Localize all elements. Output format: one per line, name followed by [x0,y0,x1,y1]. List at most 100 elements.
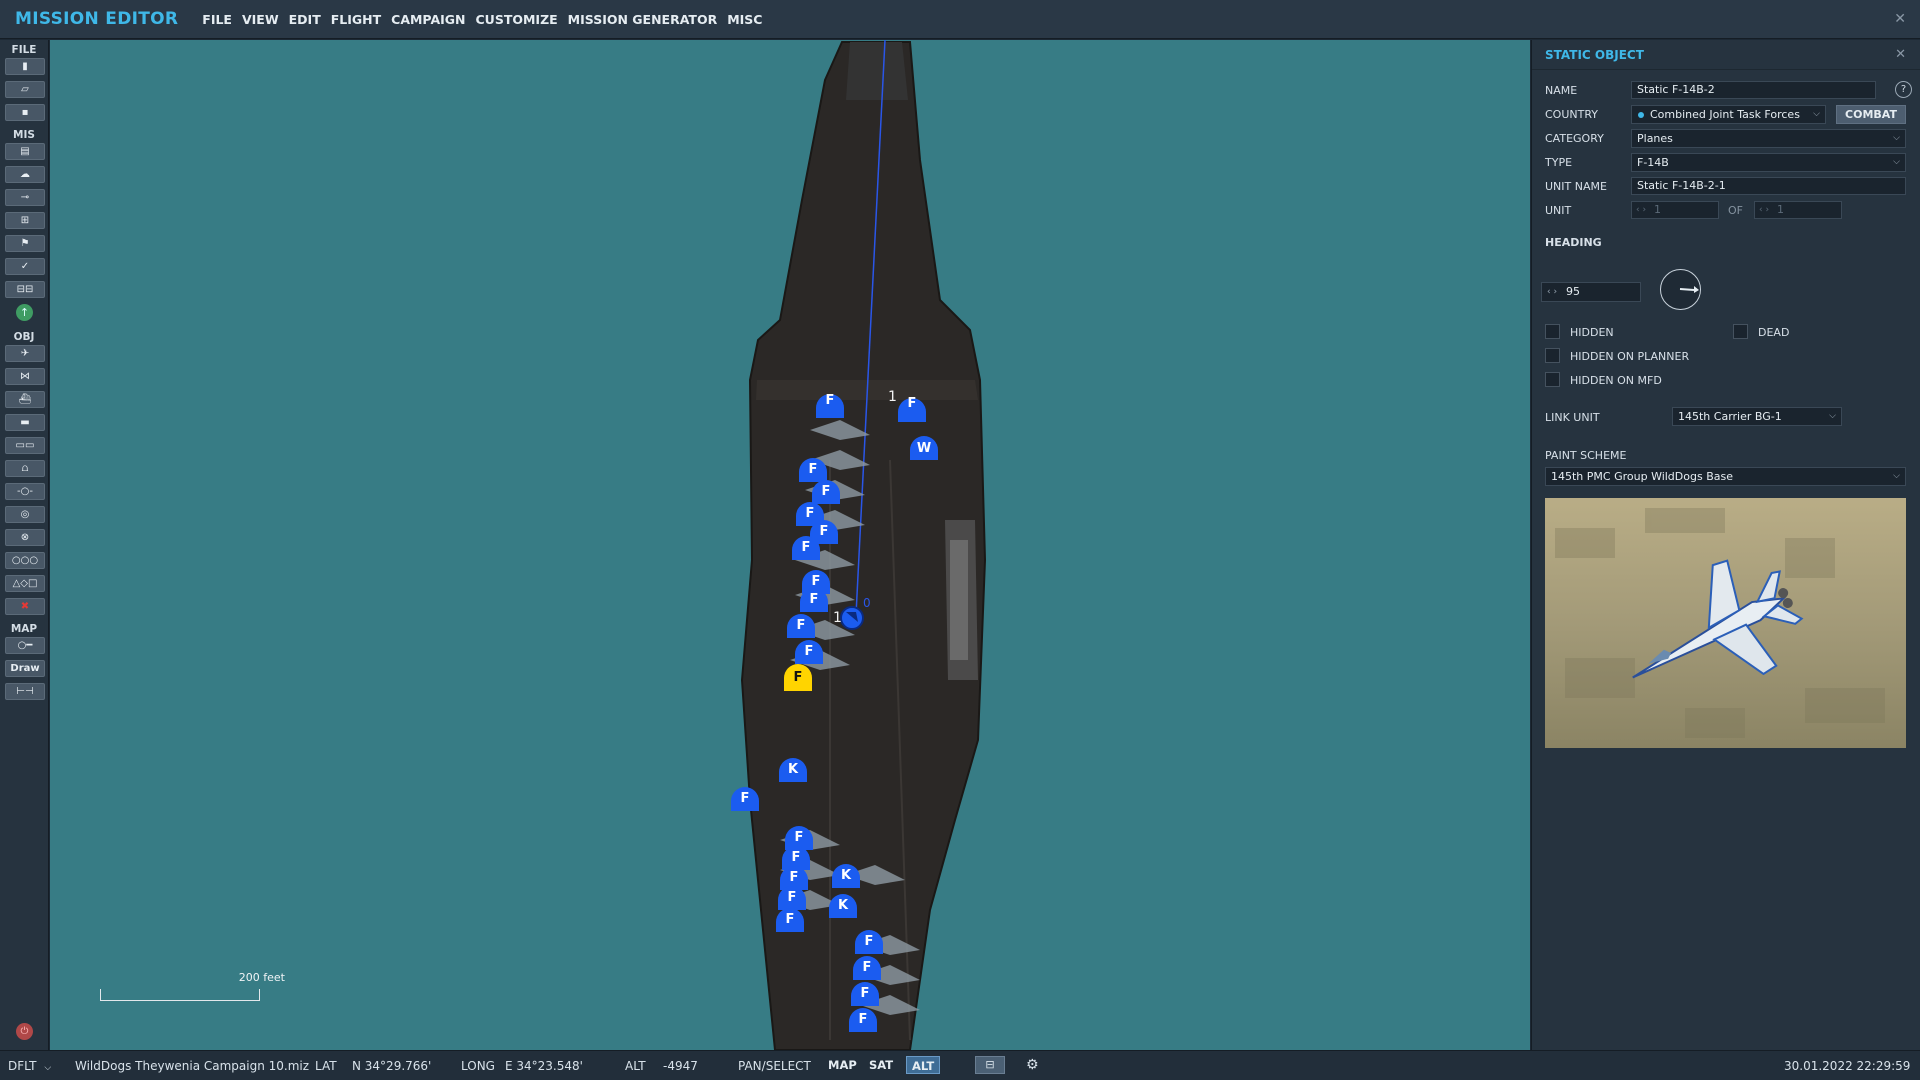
type-label: TYPE [1545,156,1573,169]
menu-file[interactable]: FILE [202,12,232,27]
dead-checkbox[interactable] [1733,324,1748,339]
add-shapes-button[interactable]: △◇□ [5,575,45,592]
map-label: 1 [833,610,842,626]
draw-button[interactable]: Draw [5,660,45,677]
menu-customize[interactable]: CUSTOMIZE [476,12,558,27]
chevron-down-icon: ⌵ [1893,471,1900,481]
settings-gear-icon[interactable]: ⚙ [1026,1057,1039,1073]
unit-name-field[interactable]: Static F-14B-2-1 [1631,177,1906,195]
name-label: NAME [1545,84,1578,97]
map-view-button[interactable]: MAP [823,1056,862,1074]
add-static-button[interactable]: ▭▭ [5,437,45,454]
coalitions-button[interactable]: ⊟⊟ [5,281,45,298]
resource-manager-button[interactable]: ⊞ [5,212,45,229]
map-view[interactable]: F F W F F F F F F F F F F K F F F F F F … [50,40,1530,1050]
chain-icon: ○○○ [11,555,39,566]
svg-text:F: F [861,986,870,1001]
window-close-icon[interactable]: ✕ [1894,11,1906,27]
add-helicopter-button[interactable]: ⋈ [5,368,45,385]
svg-text:K: K [841,868,852,883]
zone-icon: -○- [17,486,33,497]
cloud-icon: ☁ [20,169,30,180]
satellite-view-button[interactable]: SAT [864,1056,898,1074]
new-mission-button[interactable]: ▮ [5,58,45,75]
svg-text:F: F [794,670,803,685]
type-select[interactable]: F-14B ⌵ [1631,153,1906,172]
add-airfield-button[interactable]: ○○○ [5,552,45,569]
triggers-button[interactable]: ⊸ [5,189,45,206]
hidden-on-mfd-checkbox[interactable] [1545,372,1560,387]
menu-misc[interactable]: MISC [727,12,762,27]
pan-select-mode[interactable]: PAN/SELECT [738,1059,811,1073]
hidden-on-planner-checkbox[interactable] [1545,348,1560,363]
link-unit-value: 145th Carrier BG-1 [1678,410,1782,423]
svg-text:K: K [838,898,849,913]
exit-icon[interactable]: ⏻ [16,1023,33,1040]
add-ship-button[interactable]: ⛴ [5,391,45,408]
save-mission-button[interactable]: ▪ [5,104,45,121]
weather-button[interactable]: ☁ [5,166,45,183]
flag-icon: ⚑ [20,238,30,249]
map-layers-button[interactable]: ⊟ [975,1056,1005,1074]
name-field[interactable]: Static F-14B-2 [1631,81,1876,99]
category-label: CATEGORY [1545,132,1604,145]
svg-text:F: F [788,890,797,905]
menu-campaign[interactable]: CAMPAIGN [391,12,465,27]
category-select[interactable]: Planes ⌵ [1631,129,1906,148]
heading-dial[interactable] [1660,269,1701,310]
chevron-down-icon: ⌵ [1893,133,1900,143]
svg-text:F: F [812,574,821,589]
unit-spinner: ‹ › 1 [1631,201,1719,219]
svg-text:F: F [790,870,799,885]
shapes-icon: △◇□ [12,578,38,589]
menu-view[interactable]: VIEW [242,12,279,27]
mission-file-name: WildDogs Theywenia Campaign 10.miz [75,1059,310,1073]
add-template-button[interactable]: ⩍ [5,460,45,477]
svg-text:W: W [917,441,931,456]
chevron-down-icon: ⌵ [44,1063,52,1073]
clipboard-icon: ▤ [20,146,30,157]
menu-mission-generator[interactable]: MISSION GENERATOR [568,12,718,27]
menu-edit[interactable]: EDIT [289,12,321,27]
profile-select[interactable]: DFLT ⌵ [8,1059,51,1073]
goals-button[interactable]: ⚑ [5,235,45,252]
date-time: 30.01.2022 22:29:59 [1784,1059,1911,1073]
check-icon: ✓ [20,261,30,272]
altitude-view-button[interactable]: ALT [906,1056,941,1074]
profile-value: DFLT [8,1059,37,1073]
ruler-button[interactable]: ⊢⊣ [5,683,45,700]
unit-name-label: UNIT NAME [1545,180,1607,193]
map-options-button[interactable]: ○━ [5,637,45,654]
combat-button[interactable]: COMBAT [1836,105,1906,124]
delete-button[interactable]: ✖ [5,598,45,615]
fly-mission-icon[interactable]: ↑ [16,304,33,321]
hidden-checkbox[interactable] [1545,324,1560,339]
add-bullseye-button[interactable]: ⊗ [5,529,45,546]
unit-total-spinner: ‹ › 1 [1754,201,1842,219]
stepper-arrows-icon: ‹ › [1547,287,1558,297]
top-menu-bar: MISSION EDITOR FILE VIEW EDIT FLIGHT CAM… [0,0,1920,39]
svg-text:F: F [806,506,815,521]
link-unit-select[interactable]: 145th Carrier BG-1 ⌵ [1672,407,1842,426]
lat-value: N 34°29.766' [352,1059,432,1073]
open-mission-button[interactable]: ▱ [5,81,45,98]
add-nav-point-button[interactable]: ◎ [5,506,45,523]
paint-scheme-select[interactable]: 145th PMC Group WildDogs Base ⌵ [1545,467,1906,486]
add-trigger-zone-button[interactable]: -○- [5,483,45,500]
chevron-down-icon: ⌵ [1829,411,1836,421]
menu-flight[interactable]: FLIGHT [331,12,381,27]
check-button[interactable]: ✓ [5,258,45,275]
hidden-on-planner-label: HIDDEN ON PLANNER [1570,350,1690,363]
selected-unit-marker[interactable]: F [784,664,812,691]
briefing-button[interactable]: ▤ [5,143,45,160]
country-select[interactable]: Combined Joint Task Forces ⌵ [1631,105,1826,124]
heading-spinner[interactable]: ‹ › 95 [1541,282,1641,302]
waypoint-marker[interactable] [840,606,864,630]
panel-close-icon[interactable]: ✕ [1895,47,1906,62]
svg-text:F: F [809,462,818,477]
add-plane-button[interactable]: ✈ [5,345,45,362]
add-vehicle-button[interactable]: ▬ [5,414,45,431]
svg-text:F: F [859,1012,868,1027]
svg-text:F: F [797,618,806,633]
help-icon[interactable]: ? [1895,81,1912,98]
